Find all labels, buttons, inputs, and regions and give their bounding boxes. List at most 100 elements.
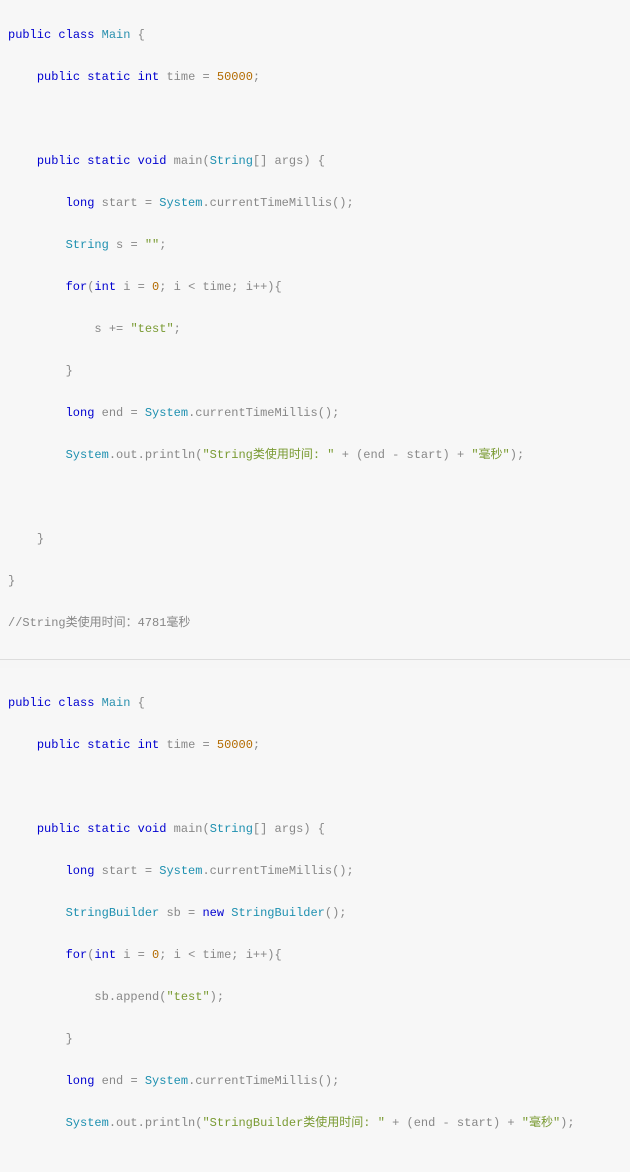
class-name: Main — [102, 696, 131, 710]
semi: ; — [174, 322, 181, 336]
code-line: long end = System.currentTimeMillis(); — [8, 1071, 622, 1092]
code-line: String s = ""; — [8, 235, 622, 256]
kw-static: static — [87, 154, 130, 168]
code-line: System.out.println("StringBuilder类使用时间: … — [8, 1113, 622, 1134]
var-start: start — [407, 448, 443, 462]
code-line: s += "test"; — [8, 319, 622, 340]
code-line: public class Main { — [8, 25, 622, 46]
str-test: "test" — [166, 990, 209, 1004]
code-line: public static int time = 50000; — [8, 735, 622, 756]
op-eq: = — [130, 406, 137, 420]
paren: ) — [493, 1116, 500, 1130]
str-ms: "毫秒" — [471, 448, 509, 462]
kw-for: for — [66, 948, 88, 962]
type-system: System — [66, 1116, 109, 1130]
kw-class: class — [58, 696, 94, 710]
var-sb: sb — [94, 990, 108, 1004]
op-minus: - — [392, 448, 399, 462]
semi: ; — [159, 948, 166, 962]
kw-public: public — [37, 822, 80, 836]
kw-public: public — [37, 738, 80, 752]
field-out: out — [116, 1116, 138, 1130]
dot: . — [138, 448, 145, 462]
type-string: String — [66, 238, 109, 252]
code-line: public static void main(String[] args) { — [8, 819, 622, 840]
paren: ) — [303, 822, 310, 836]
field-out: out — [116, 448, 138, 462]
str-label: "String类使用时间: " — [202, 448, 334, 462]
inc-brace: ++){ — [253, 280, 282, 294]
method-main: main — [174, 822, 203, 836]
var-i: i — [174, 280, 181, 294]
paren: ( — [159, 990, 166, 1004]
brackets: [] — [253, 822, 267, 836]
parens: ); — [560, 1116, 574, 1130]
method-ctm: currentTimeMillis — [195, 1074, 317, 1088]
method-ctm: currentTimeMillis — [195, 406, 317, 420]
op-eq: = — [145, 196, 152, 210]
kw-static: static — [87, 70, 130, 84]
kw-public: public — [8, 28, 51, 42]
code-line: StringBuilder sb = new StringBuilder(); — [8, 903, 622, 924]
str-empty: "" — [145, 238, 159, 252]
code-line: for(int i = 0; i < time; i++){ — [8, 277, 622, 298]
brace: } — [37, 532, 44, 546]
paren: ) — [443, 448, 450, 462]
var-start: start — [102, 864, 138, 878]
op-lt: < — [188, 280, 195, 294]
brackets: [] — [253, 154, 267, 168]
op-plus: + — [392, 1116, 399, 1130]
dot: . — [202, 864, 209, 878]
kw-void: void — [138, 154, 167, 168]
semi: ; — [231, 948, 238, 962]
method-ctm: currentTimeMillis — [210, 196, 332, 210]
num-50000: 50000 — [217, 70, 253, 84]
var-time: time — [166, 738, 195, 752]
kw-int: int — [138, 70, 160, 84]
dot: . — [109, 990, 116, 1004]
brace: { — [138, 696, 145, 710]
kw-long: long — [66, 196, 95, 210]
paren: ( — [407, 1116, 414, 1130]
parens: (); — [332, 864, 354, 878]
var-time: time — [166, 70, 195, 84]
op-plus: + — [507, 1116, 514, 1130]
kw-static: static — [87, 822, 130, 836]
code-line: } — [8, 361, 622, 382]
var-start: start — [457, 1116, 493, 1130]
kw-public: public — [8, 696, 51, 710]
code-blank-line — [8, 777, 622, 798]
str-test: "test" — [130, 322, 173, 336]
brace: } — [66, 364, 73, 378]
var-end: end — [363, 448, 385, 462]
semi: ; — [159, 238, 166, 252]
op-plus: + — [457, 448, 464, 462]
code-line: sb.append("test"); — [8, 987, 622, 1008]
kw-int: int — [94, 948, 116, 962]
kw-new: new — [202, 906, 224, 920]
type-stringbuilder: StringBuilder — [66, 906, 160, 920]
code-block-stringbuilder: public class Main { public static int ti… — [0, 668, 630, 1172]
type-string: String — [210, 154, 253, 168]
param-args: args — [275, 154, 304, 168]
op-eq: = — [138, 280, 145, 294]
code-block-string: public class Main { public static int ti… — [0, 0, 630, 659]
op-eq: = — [130, 1074, 137, 1088]
paren: ( — [87, 948, 94, 962]
code-line: } — [8, 529, 622, 550]
op-pleq: += — [109, 322, 123, 336]
kw-static: static — [87, 738, 130, 752]
var-sb: sb — [166, 906, 180, 920]
kw-public: public — [37, 154, 80, 168]
kw-int: int — [94, 280, 116, 294]
kw-class: class — [58, 28, 94, 42]
method-append: append — [116, 990, 159, 1004]
op-eq: = — [138, 948, 145, 962]
var-end: end — [102, 1074, 124, 1088]
brace: { — [318, 822, 325, 836]
code-line: } — [8, 1029, 622, 1050]
inc-brace: ++){ — [253, 948, 282, 962]
type-string: String — [210, 822, 253, 836]
var-s: s — [116, 238, 123, 252]
var-i: i — [246, 280, 253, 294]
